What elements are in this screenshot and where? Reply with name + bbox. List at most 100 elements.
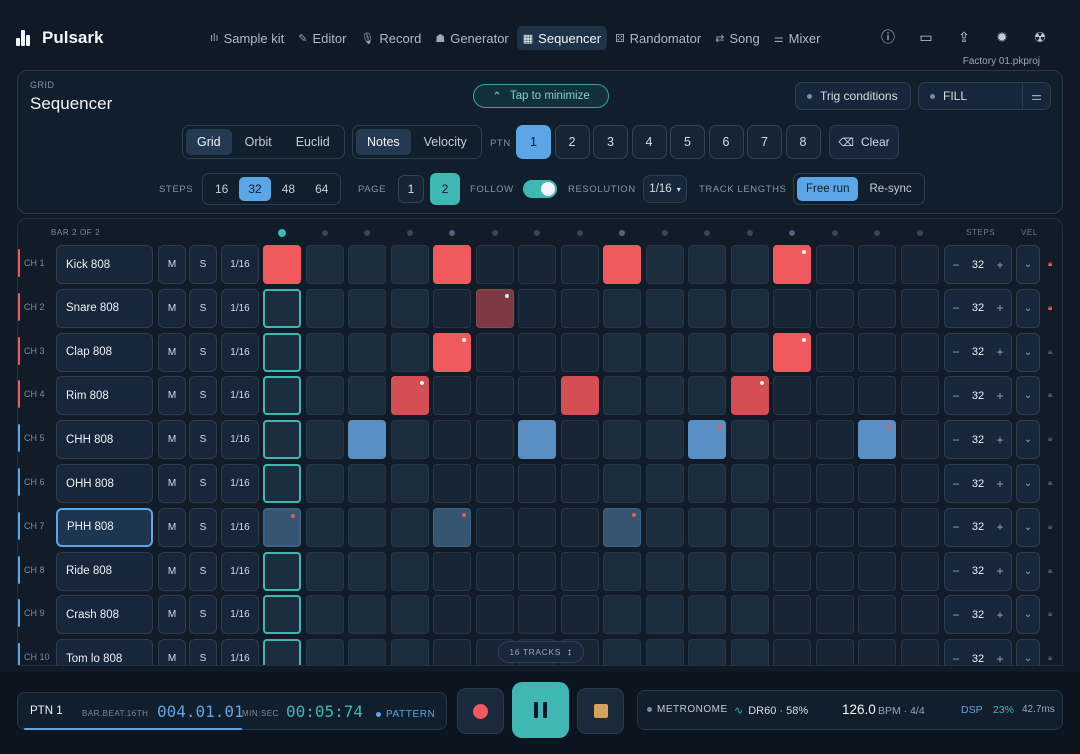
decrement-button[interactable]: − [945,301,967,315]
step-cell[interactable] [645,595,684,635]
solo-button[interactable]: S [189,639,217,665]
step-cell[interactable] [900,376,939,416]
step-cell[interactable] [603,639,641,665]
step-cell[interactable] [433,507,471,547]
unlock-icon[interactable]: 🔒︎ [1048,609,1058,619]
step-cell[interactable] [518,288,556,328]
track-name[interactable]: Crash 808 [56,595,153,635]
pattern-button-1[interactable]: 1 [516,125,551,159]
pattern-button-4[interactable]: 4 [631,125,667,159]
track-name[interactable]: OHH 808 [56,464,153,503]
step-cell[interactable] [730,464,769,503]
step-cell[interactable] [263,376,301,416]
upload-icon[interactable]: ⇪ [954,27,974,47]
mute-button[interactable]: M [158,551,186,591]
step-cell[interactable] [858,464,896,503]
step-cell[interactable] [645,245,684,284]
step-cell[interactable] [730,245,769,284]
velocity-dropdown[interactable]: ⌄ [1016,464,1040,503]
step-cell[interactable] [433,551,471,591]
step-cell[interactable] [858,245,896,284]
lock-icon[interactable]: 🔒︎ [1048,259,1058,269]
step-cell[interactable] [900,420,939,460]
step-cell[interactable] [518,551,556,591]
step-cell[interactable] [475,332,514,372]
step-cell[interactable] [433,376,471,416]
step-cell[interactable] [390,288,429,328]
step-cell[interactable] [815,288,854,328]
step-cell[interactable] [560,551,599,591]
solo-button[interactable]: S [189,332,217,372]
view-option[interactable]: Orbit [234,129,283,155]
step-cell[interactable] [348,551,386,591]
mute-button[interactable]: M [158,245,186,284]
step-cell[interactable] [603,420,641,460]
decrement-button[interactable]: − [945,564,967,578]
page-button-2[interactable]: 2 [430,173,460,205]
step-cell[interactable] [348,595,386,635]
step-cell[interactable] [773,376,811,416]
mute-button[interactable]: M [158,639,186,665]
step-cell[interactable] [263,595,301,635]
increment-button[interactable]: + [989,564,1011,578]
track-resolution[interactable]: 1/16 [221,376,259,416]
solo-button[interactable]: S [189,595,217,635]
step-cell[interactable] [475,595,514,635]
step-cell[interactable] [900,551,939,591]
step-cell[interactable] [603,332,641,372]
unlock-icon[interactable]: 🔒︎ [1048,347,1058,357]
step-cell[interactable] [305,332,344,372]
step-cell[interactable] [688,332,726,372]
velocity-dropdown[interactable]: ⌄ [1016,420,1040,460]
velocity-dropdown[interactable]: ⌄ [1016,639,1040,665]
step-cell[interactable] [858,551,896,591]
step-cell[interactable] [433,595,471,635]
decrement-button[interactable]: − [945,389,967,403]
velocity-dropdown[interactable]: ⌄ [1016,595,1040,635]
mute-button[interactable]: M [158,507,186,547]
step-cell[interactable] [348,639,386,665]
step-cell[interactable] [730,288,769,328]
step-cell[interactable] [263,551,301,591]
step-cell[interactable] [858,507,896,547]
step-cell[interactable] [688,376,726,416]
step-cell[interactable] [815,332,854,372]
step-cell[interactable] [645,288,684,328]
info-icon[interactable]: ⓘ [878,27,898,47]
unlock-icon[interactable]: 🔒︎ [1048,522,1058,532]
track-name[interactable]: CHH 808 [56,420,153,460]
unlock-icon[interactable]: 🔒︎ [1048,390,1058,400]
track-name[interactable]: Rim 808 [56,376,153,416]
step-cell[interactable] [433,464,471,503]
track-resolution[interactable]: 1/16 [221,332,259,372]
decrement-button[interactable]: − [945,652,967,665]
minimize-button[interactable]: ⌃ Tap to minimize [473,84,609,108]
steps-option[interactable]: 32 [239,177,271,201]
step-cell[interactable] [603,376,641,416]
step-cell[interactable] [305,245,344,284]
step-cell[interactable] [815,507,854,547]
step-cell[interactable] [348,288,386,328]
pause-button[interactable] [512,682,569,738]
mute-button[interactable]: M [158,420,186,460]
step-cell[interactable] [263,288,301,328]
increment-button[interactable]: + [989,608,1011,622]
increment-button[interactable]: + [989,345,1011,359]
track-name[interactable]: Snare 808 [56,288,153,328]
track-name[interactable]: Clap 808 [56,332,153,372]
increment-button[interactable]: + [989,389,1011,403]
pattern-button-2[interactable]: 2 [554,125,590,159]
decrement-button[interactable]: − [945,477,967,491]
increment-button[interactable]: + [989,477,1011,491]
track-resolution[interactable]: 1/16 [221,245,259,284]
step-cell[interactable] [858,595,896,635]
solo-button[interactable]: S [189,420,217,460]
step-cell[interactable] [475,420,514,460]
track-resolution[interactable]: 1/16 [221,551,259,591]
step-cell[interactable] [433,639,471,665]
step-cell[interactable] [475,551,514,591]
mute-button[interactable]: M [158,332,186,372]
step-cell[interactable] [263,464,301,503]
nav-song[interactable]: ⇄ Song [709,26,766,50]
step-cell[interactable] [858,288,896,328]
